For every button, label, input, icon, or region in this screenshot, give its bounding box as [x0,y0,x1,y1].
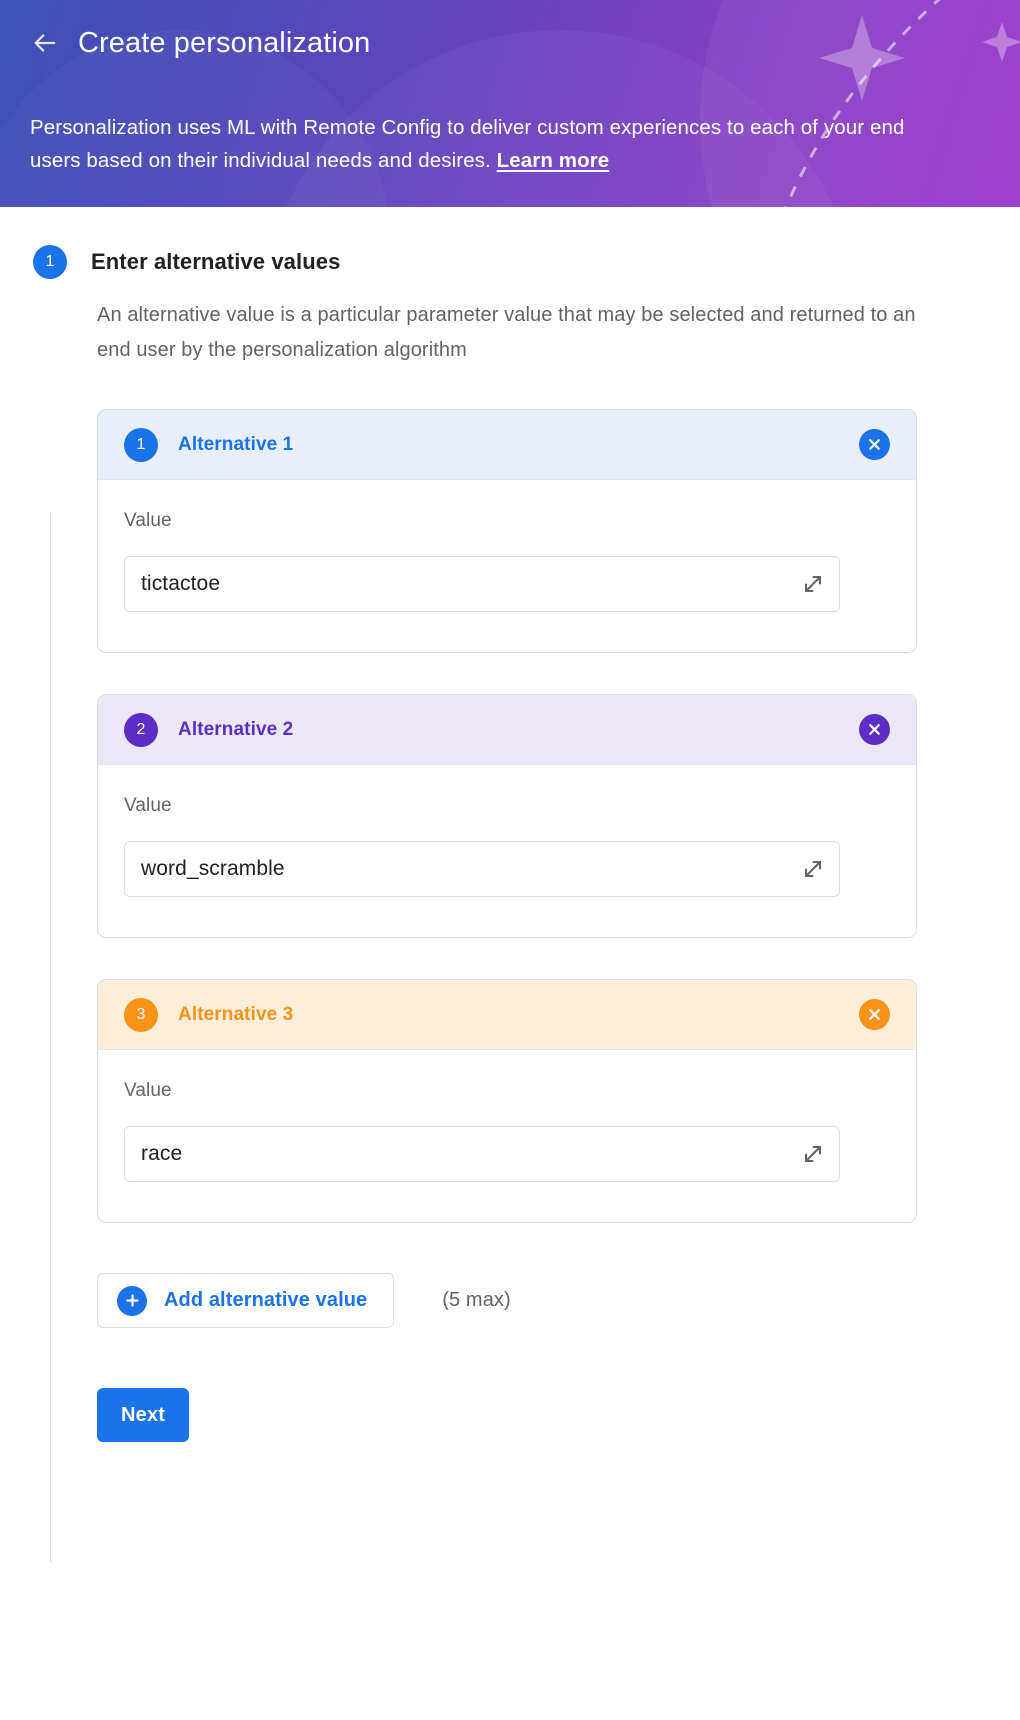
alternative-card-body: Value [98,765,916,937]
alternative-card-body: Value [98,480,916,652]
expand-diagonal-icon[interactable] [798,854,828,884]
alternative-card-header: 3 Alternative 3 [98,980,916,1050]
value-input[interactable] [124,556,840,612]
close-circle-icon[interactable] [859,714,890,745]
page-content: 1 Enter alternative values An alternativ… [0,207,1020,1562]
value-field-label: Value [124,1080,172,1101]
alternative-card: 1 Alternative 1 Value [97,409,917,653]
expand-diagonal-icon[interactable] [798,1139,828,1169]
value-field-wrapper [124,1126,840,1182]
step-connector-line [50,512,51,1562]
add-alternative-row: Add alternative value (5 max) [97,1273,1000,1328]
alternative-card-header: 1 Alternative 1 [98,410,916,480]
step-title: Enter alternative values [91,249,341,274]
max-alternatives-note: (5 max) [442,1289,511,1311]
close-circle-icon[interactable] [859,999,890,1030]
alternative-label: Alternative 3 [178,1003,294,1025]
next-button-row: Next [97,1388,1000,1562]
alternative-card: 3 Alternative 3 Value [97,979,917,1223]
step-number-badge: 1 [33,245,67,279]
value-field-label: Value [124,510,172,531]
value-input[interactable] [124,841,840,897]
alternative-label: Alternative 2 [178,718,294,740]
alternative-label: Alternative 1 [178,433,294,455]
value-input[interactable] [124,1126,840,1182]
banner-description-text: Personalization uses ML with Remote Conf… [30,116,905,172]
step-header: 1 Enter alternative values [0,207,1020,281]
value-field-wrapper [124,841,840,897]
add-alternative-value-button[interactable]: Add alternative value [97,1273,395,1328]
alternative-card-body: Value [98,1050,916,1222]
alternative-card: 2 Alternative 2 Value [97,694,917,938]
page-title: Create personalization [78,27,371,59]
learn-more-link[interactable]: Learn more [497,149,610,172]
alternative-number-badge: 1 [124,427,158,462]
value-field-wrapper [124,556,840,612]
step-body: An alternative value is a particular par… [0,281,1020,1562]
next-button[interactable]: Next [97,1388,190,1442]
value-field-label: Value [124,795,172,816]
alternative-card-header: 2 Alternative 2 [98,695,916,765]
arrow-left-icon[interactable] [30,28,60,58]
close-circle-icon[interactable] [859,429,890,460]
alternative-number-badge: 3 [124,997,158,1032]
alternative-number-badge: 2 [124,712,158,747]
step-description: An alternative value is a particular par… [97,304,916,361]
page-banner: Create personalization Personalization u… [0,0,1020,207]
plus-circle-icon [117,1285,147,1316]
expand-diagonal-icon[interactable] [798,569,828,599]
banner-description: Personalization uses ML with Remote Conf… [30,111,910,177]
add-alternative-value-label: Add alternative value [164,1289,368,1311]
